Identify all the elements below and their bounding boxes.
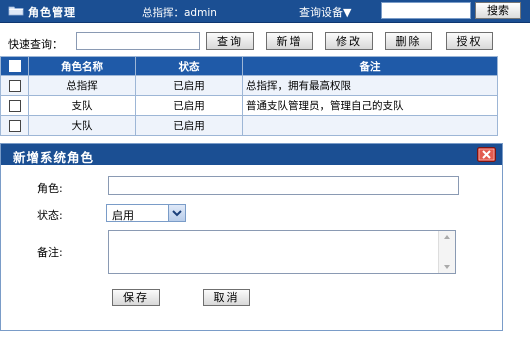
table-row[interactable]: 总指挥 已启用 总指挥，拥有最高权限	[0, 75, 498, 96]
status-label: 状态:	[37, 209, 63, 222]
top-bar: 角色管理 总指挥：admin 查询设备▼ 搜索	[0, 0, 530, 23]
folder-icon	[8, 6, 24, 16]
role-note-cell	[242, 115, 498, 136]
role-note-cell: 普通支队管理员，管理自己的支队	[242, 95, 498, 116]
column-header-note[interactable]: 备注	[242, 56, 498, 76]
query-button[interactable]: 查询	[206, 32, 254, 50]
quick-query-label: 快速查询：	[8, 38, 63, 51]
dialog-title: 新增系统角色	[13, 150, 95, 165]
current-user: 总指挥：admin	[142, 7, 217, 19]
add-role-dialog: 新增系统角色 角色: 状态: 启用 备注: 保存 取消	[0, 143, 503, 331]
status-select[interactable]: 启用	[106, 204, 186, 222]
role-name-input[interactable]	[108, 176, 459, 195]
row-checkbox[interactable]	[8, 119, 21, 132]
dialog-header: 新增系统角色	[1, 144, 502, 165]
select-all-checkbox[interactable]	[8, 60, 21, 72]
table-row[interactable]: 大队 已启用	[0, 115, 498, 136]
add-button[interactable]: 新增	[266, 32, 313, 50]
role-name-cell: 大队	[28, 115, 136, 136]
cancel-button[interactable]: 取消	[203, 289, 250, 306]
role-label: 角色:	[37, 182, 63, 195]
table-header-row: 角色名称 状态 备注	[0, 56, 498, 76]
role-name-cell: 总指挥	[28, 75, 136, 96]
save-button[interactable]: 保存	[112, 289, 160, 306]
close-icon[interactable]	[477, 147, 496, 162]
scrollbar[interactable]	[438, 231, 455, 273]
search-button[interactable]: 搜索	[475, 2, 521, 19]
remark-label: 备注:	[37, 246, 63, 259]
column-header-status[interactable]: 状态	[135, 56, 243, 76]
table-row[interactable]: 支队 已启用 普通支队管理员，管理自己的支队	[0, 95, 498, 116]
row-checkbox[interactable]	[8, 99, 21, 112]
row-checkbox[interactable]	[8, 79, 21, 92]
page-title: 角色管理	[28, 6, 76, 19]
column-header-name[interactable]: 角色名称	[28, 56, 136, 76]
search-input[interactable]	[381, 2, 471, 19]
role-name-cell: 支队	[28, 95, 136, 116]
row-checkbox-cell	[0, 115, 29, 136]
delete-button[interactable]: 删除	[385, 32, 432, 50]
role-status-cell: 已启用	[135, 75, 243, 96]
status-select-value: 启用	[112, 209, 134, 222]
role-status-cell: 已启用	[135, 115, 243, 136]
authorize-button[interactable]: 授权	[446, 32, 493, 50]
role-note-cell: 总指挥，拥有最高权限	[242, 75, 498, 96]
remark-textarea[interactable]	[108, 230, 456, 274]
device-query-menu[interactable]: 查询设备▼	[299, 4, 351, 20]
role-status-cell: 已启用	[135, 95, 243, 116]
quick-query-input[interactable]	[76, 32, 200, 50]
row-checkbox-cell	[0, 95, 29, 116]
row-checkbox-cell	[0, 75, 29, 96]
roles-table: 角色名称 状态 备注 总指挥 已启用 总指挥，拥有最高权限 支队 已启用 普通支…	[0, 56, 498, 136]
edit-button[interactable]: 修改	[325, 32, 373, 50]
toolbar: 快速查询： 查询 新增 修改 删除 授权	[0, 24, 530, 56]
chevron-down-icon[interactable]	[168, 205, 185, 221]
select-all-cell	[0, 56, 29, 76]
